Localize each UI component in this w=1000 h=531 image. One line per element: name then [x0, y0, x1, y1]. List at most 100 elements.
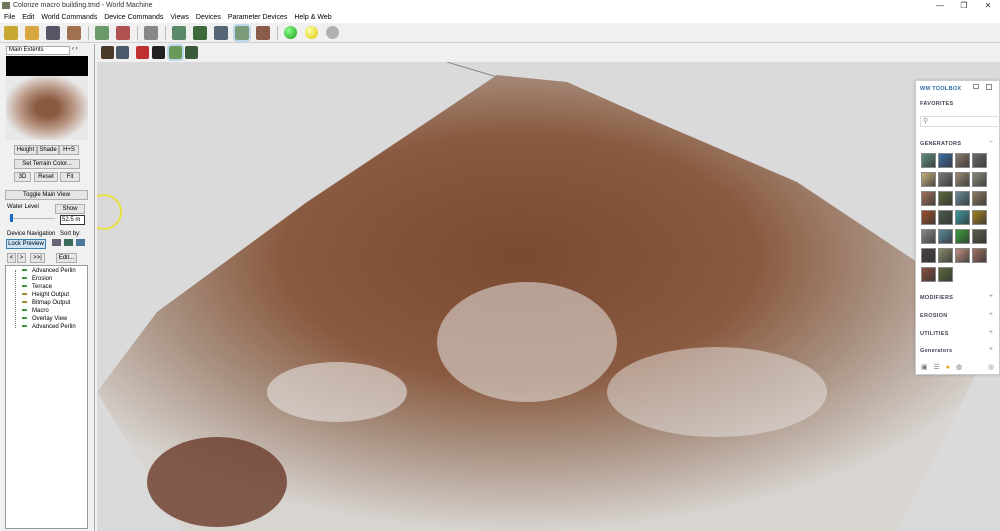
- generator-tile[interactable]: [972, 172, 987, 187]
- utilities-header[interactable]: UTILITIES: [920, 331, 949, 337]
- generator-tile[interactable]: [921, 172, 936, 187]
- device-item[interactable]: Height Output: [14, 292, 69, 298]
- hs-button[interactable]: H+S: [59, 145, 79, 155]
- menu-file[interactable]: File: [4, 14, 15, 21]
- next-device-button[interactable]: >: [17, 253, 26, 263]
- menu-world-commands[interactable]: World Commands: [41, 14, 97, 21]
- terrain-render[interactable]: [97, 62, 1000, 531]
- build-yellow-icon[interactable]: [305, 26, 318, 39]
- generator-tile[interactable]: [938, 191, 953, 206]
- generator-tile[interactable]: [955, 229, 970, 244]
- world-view-icon[interactable]: [214, 25, 228, 40]
- extents-select[interactable]: Main Extents: [6, 46, 70, 55]
- generator-tile[interactable]: [921, 153, 936, 168]
- film-icon[interactable]: [144, 25, 158, 40]
- 3d-viewport[interactable]: [97, 44, 1000, 531]
- generator-tile[interactable]: [972, 153, 987, 168]
- wireframe-icon[interactable]: [167, 44, 184, 61]
- toggle-main-view-button[interactable]: Toggle Main View: [5, 190, 88, 200]
- menu-device-commands[interactable]: Device Commands: [104, 14, 163, 21]
- device-icon[interactable]: [116, 25, 130, 40]
- build-gray-icon[interactable]: [326, 26, 339, 39]
- favorites-header[interactable]: FAVORITES: [920, 101, 953, 107]
- menu-views[interactable]: Views: [170, 14, 189, 21]
- generator-tile[interactable]: [955, 248, 970, 263]
- minimize-button[interactable]: —: [928, 0, 952, 11]
- generator-tile[interactable]: [972, 210, 987, 225]
- toolbox-search-input[interactable]: ⚲: [920, 116, 1000, 127]
- device-item[interactable]: Advanced Perlin: [14, 324, 76, 330]
- generator-tile[interactable]: [938, 210, 953, 225]
- generator-tile[interactable]: [972, 248, 987, 263]
- save-icon[interactable]: [46, 25, 60, 40]
- generators-header[interactable]: GENERATORS: [920, 141, 961, 147]
- generator-tile[interactable]: [938, 172, 953, 187]
- render-icon[interactable]: [101, 46, 114, 59]
- fit-button[interactable]: Fit: [60, 172, 80, 182]
- prev-device-button[interactable]: <: [7, 253, 16, 263]
- sort-order-icon[interactable]: [76, 239, 85, 246]
- last-device-button[interactable]: >>|: [30, 253, 45, 263]
- sort-type-icon[interactable]: [64, 239, 73, 246]
- generator-tile[interactable]: [972, 229, 987, 244]
- water-level-input[interactable]: 52.5 m: [60, 215, 85, 225]
- device-item[interactable]: Macro: [14, 308, 49, 314]
- height-button[interactable]: Height: [14, 145, 37, 155]
- generator-tile[interactable]: [921, 267, 936, 282]
- globe-icon[interactable]: ◎: [988, 363, 994, 371]
- expand-utilities-button[interactable]: +: [989, 329, 993, 336]
- generator-tile[interactable]: [955, 172, 970, 187]
- maximize-button[interactable]: ❐: [952, 0, 976, 11]
- new-icon[interactable]: [4, 25, 18, 40]
- menu-devices[interactable]: Devices: [196, 14, 221, 21]
- expand-modifiers-button[interactable]: +: [989, 293, 993, 300]
- reset-camera-icon[interactable]: [136, 46, 149, 59]
- expand-generators-group-button[interactable]: +: [989, 346, 993, 353]
- expand-erosion-button[interactable]: +: [989, 311, 993, 318]
- lock-preview-button[interactable]: Lock Preview: [6, 239, 46, 249]
- erosion-header[interactable]: EROSION: [920, 313, 947, 319]
- generator-tile[interactable]: [921, 229, 936, 244]
- water-level-slider-thumb[interactable]: [10, 214, 13, 222]
- device-item[interactable]: Bitmap Output: [14, 300, 70, 306]
- build-green-icon[interactable]: [284, 26, 297, 39]
- open-icon[interactable]: [25, 25, 39, 40]
- set-terrain-color-button[interactable]: Set Terrain Color...: [14, 159, 80, 169]
- device-item[interactable]: Erosion: [14, 276, 52, 282]
- modifiers-header[interactable]: MODIFIERS: [920, 295, 953, 301]
- shade-button[interactable]: Shade: [37, 145, 59, 155]
- terrain-preview[interactable]: [6, 56, 88, 140]
- layout-view-icon[interactable]: [172, 25, 186, 40]
- device-item[interactable]: Overlay View: [14, 316, 67, 322]
- device-item[interactable]: Advanced Perlin: [14, 268, 76, 274]
- edit-device-button[interactable]: Edit...: [56, 253, 77, 263]
- generator-tile[interactable]: [955, 191, 970, 206]
- generator-tile[interactable]: [938, 229, 953, 244]
- terrain-icon[interactable]: [95, 25, 109, 40]
- wand-icon[interactable]: [67, 25, 81, 40]
- sort-name-icon[interactable]: [52, 239, 61, 246]
- generator-tile[interactable]: [955, 210, 970, 225]
- extents-arrows[interactable]: ‹ ›: [72, 46, 78, 52]
- generator-tile[interactable]: [955, 153, 970, 168]
- 3d-button[interactable]: 3D: [14, 172, 31, 182]
- generator-tile[interactable]: [921, 191, 936, 206]
- generator-tile[interactable]: [938, 153, 953, 168]
- camera-icon[interactable]: [152, 46, 165, 59]
- texture-view-icon[interactable]: [256, 25, 270, 40]
- generator-tile[interactable]: [921, 248, 936, 263]
- generator-tile[interactable]: [972, 191, 987, 206]
- popout-icon[interactable]: [973, 84, 979, 89]
- menu-help-web[interactable]: Help & Web: [294, 14, 331, 21]
- 3d-view-icon[interactable]: [233, 23, 251, 42]
- close-button[interactable]: ✕: [976, 0, 1000, 11]
- toolbox-footer-icons[interactable]: ▣ ☰ ● ◍: [921, 363, 962, 371]
- device-item[interactable]: Terrace: [14, 284, 52, 290]
- generators-group-header[interactable]: Generators: [920, 348, 952, 354]
- menu-edit[interactable]: Edit: [22, 14, 34, 21]
- menu-parameter-devices[interactable]: Parameter Devices: [228, 14, 288, 21]
- restore-icon[interactable]: [986, 84, 992, 90]
- generator-tile[interactable]: [921, 210, 936, 225]
- show-water-button[interactable]: Show: [55, 204, 85, 214]
- help-icon[interactable]: [185, 46, 198, 59]
